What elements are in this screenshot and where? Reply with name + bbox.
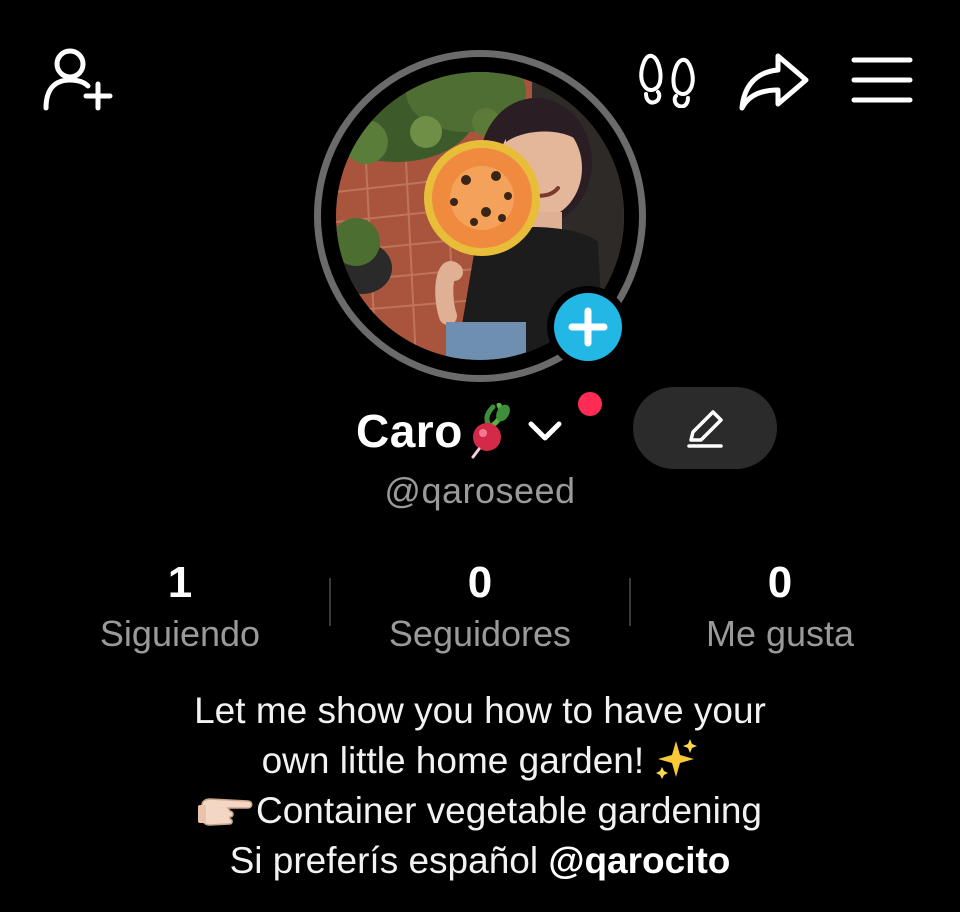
- sparkles-icon: [656, 739, 698, 779]
- likes-label: Me gusta: [705, 613, 855, 654]
- notification-dot: [578, 392, 602, 416]
- bio-line: Let me show you how to have your: [194, 690, 766, 731]
- following-count: 1: [167, 558, 193, 607]
- add-friend-icon[interactable]: [40, 44, 116, 112]
- likes-count: 0: [767, 558, 793, 607]
- bio-line-text: Container vegetable gardening: [255, 790, 763, 831]
- pointing-right-icon: [197, 798, 253, 826]
- stat-followers[interactable]: 0 Seguidores: [330, 556, 630, 658]
- bio: Let me show you how to have your own lit…: [0, 686, 960, 886]
- add-story-button[interactable]: [547, 286, 629, 368]
- menu-icon[interactable]: [850, 54, 914, 106]
- stat-likes[interactable]: 0 Me gusta: [630, 556, 930, 658]
- display-name: Caro: [356, 405, 463, 457]
- bio-line-text: Si preferís español: [229, 840, 539, 881]
- radish-icon: [471, 403, 510, 459]
- bio-line: own little home garden!: [0, 736, 960, 786]
- edit-profile-button[interactable]: [633, 387, 777, 469]
- plus-icon: [568, 307, 608, 347]
- following-label: Siguiendo: [99, 613, 261, 654]
- bio-line-text: own little home garden!: [261, 740, 645, 781]
- bio-line: Container vegetable gardening: [0, 786, 960, 836]
- pencil-icon: [687, 410, 723, 448]
- username-handle: @qaroseed: [384, 470, 576, 511]
- footprints-icon[interactable]: [636, 52, 698, 108]
- stat-following[interactable]: 1 Siguiendo: [30, 556, 330, 658]
- bio-mention-link[interactable]: @qarocito: [548, 840, 730, 881]
- followers-count: 0: [467, 558, 493, 607]
- followers-label: Seguidores: [388, 613, 572, 654]
- bio-line: Si preferís español @qarocito: [0, 836, 960, 886]
- share-icon[interactable]: [738, 50, 810, 112]
- account-switcher[interactable]: Caro: [356, 398, 565, 464]
- chevron-down-icon: [528, 421, 562, 441]
